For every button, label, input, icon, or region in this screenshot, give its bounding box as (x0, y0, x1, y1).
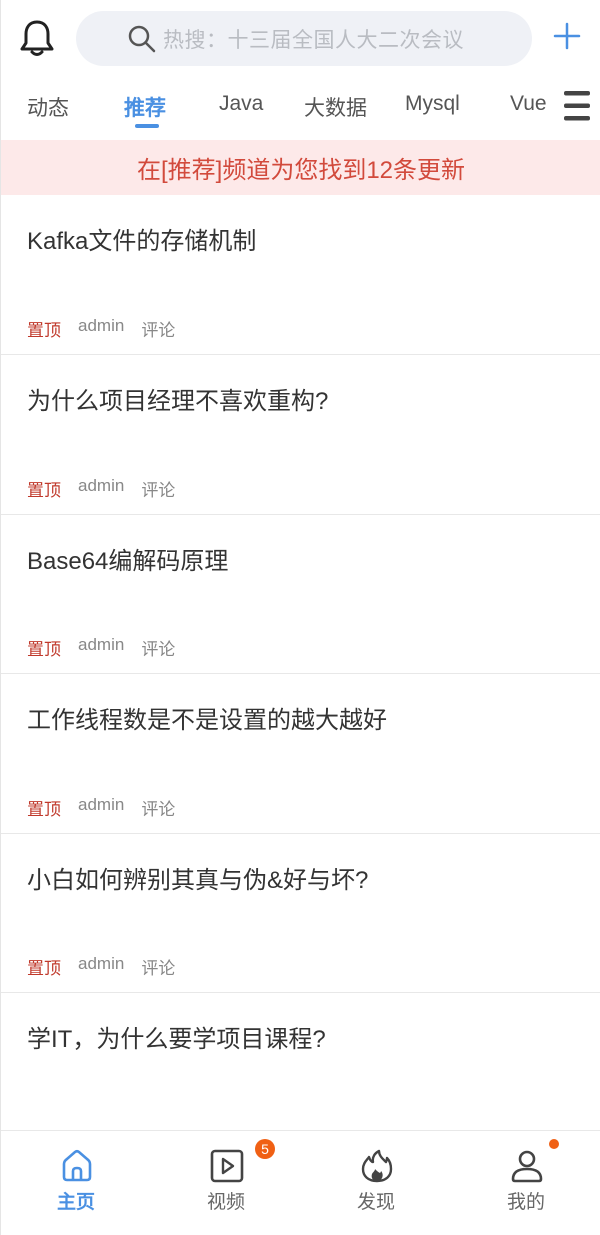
tab-dynamic[interactable]: 动态 (27, 92, 69, 122)
article-meta: 置顶 admin 评论 (27, 795, 175, 820)
plus-icon[interactable] (553, 22, 581, 50)
author-name: admin (78, 954, 125, 973)
article-title[interactable]: 小白如何辨别其真与伪&好与坏? (27, 860, 368, 895)
article-meta: 置顶 admin 评论 (27, 316, 175, 341)
user-icon (511, 1150, 543, 1183)
tab-java[interactable]: Java (219, 92, 263, 116)
menu-icon[interactable] (563, 89, 591, 123)
author-name: admin (78, 316, 125, 335)
list-item[interactable]: 为什么项目经理不喜欢重构? 置顶 admin 评论 (1, 355, 600, 515)
tab-mysql[interactable]: Mysql (405, 92, 460, 116)
search-icon (128, 25, 156, 52)
top-bar: 热搜：十三届全国人大二次会议 (1, 0, 600, 78)
author-name: admin (78, 795, 125, 814)
nav-mine-label: 我的 (506, 1192, 545, 1213)
nav-discover-label: 发现 (356, 1192, 395, 1213)
notification-dot (549, 1139, 559, 1149)
article-title[interactable]: Base64编解码原理 (27, 541, 228, 576)
nav-video-label: 视频 (206, 1192, 245, 1213)
update-notice-text: 在[推荐]频道为您找到12条更新 (136, 157, 466, 184)
nav-home-label: 主页 (56, 1192, 95, 1213)
active-tab-indicator (135, 124, 159, 128)
discover-icon (361, 1149, 393, 1183)
article-meta: 置顶 admin 评论 (27, 476, 175, 501)
article-title[interactable]: 工作线程数是不是设置的越大越好 (27, 700, 387, 735)
pinned-tag: 置顶 (27, 640, 61, 659)
list-item[interactable]: 小白如何辨别其真与伪&好与坏? 置顶 admin 评论 (1, 834, 600, 993)
nav-mine[interactable]: 我的 (451, 1131, 600, 1235)
bell-icon[interactable] (19, 18, 55, 58)
update-notice: 在[推荐]频道为您找到12条更新 (1, 140, 600, 195)
nav-home[interactable]: 主页 (1, 1131, 151, 1235)
nav-discover[interactable]: 发现 (301, 1131, 451, 1235)
comment-link[interactable]: 评论 (141, 476, 175, 501)
pinned-tag: 置顶 (27, 321, 61, 340)
list-item[interactable]: 学IT，为什么要学项目课程? (1, 993, 600, 1153)
channel-tabs: 动态 推荐 Java 大数据 Mysql Vue (1, 80, 600, 140)
article-meta: 置顶 admin 评论 (27, 635, 175, 660)
article-meta: 置顶 admin 评论 (27, 954, 175, 979)
list-item[interactable]: Base64编解码原理 置顶 admin 评论 (1, 515, 600, 674)
list-item[interactable]: Kafka文件的存储机制 置顶 admin 评论 (1, 195, 600, 355)
comment-link[interactable]: 评论 (141, 635, 175, 660)
author-name: admin (78, 476, 125, 495)
home-icon (62, 1149, 92, 1182)
comment-link[interactable]: 评论 (141, 795, 175, 820)
pinned-tag: 置顶 (27, 959, 61, 978)
nav-video[interactable]: 视频 (151, 1131, 301, 1235)
list-item[interactable]: 工作线程数是不是设置的越大越好 置顶 admin 评论 (1, 674, 600, 834)
bottom-nav: 主页 视频 发现 我的 5 (1, 1130, 600, 1235)
pinned-tag: 置顶 (27, 481, 61, 500)
comment-link[interactable]: 评论 (141, 954, 175, 979)
tab-bigdata[interactable]: 大数据 (304, 92, 367, 122)
video-badge: 5 (255, 1139, 275, 1159)
author-name: admin (78, 635, 125, 654)
comment-link[interactable]: 评论 (141, 316, 175, 341)
tab-recommend[interactable]: 推荐 (124, 92, 166, 122)
tab-vue[interactable]: Vue (510, 92, 547, 116)
article-title[interactable]: 学IT，为什么要学项目课程? (27, 1019, 326, 1054)
video-icon (210, 1149, 244, 1183)
pinned-tag: 置顶 (27, 800, 61, 819)
search-placeholder: 热搜：十三届全国人大二次会议 (163, 28, 464, 52)
article-title[interactable]: 为什么项目经理不喜欢重构? (27, 381, 328, 416)
article-list: Kafka文件的存储机制 置顶 admin 评论 为什么项目经理不喜欢重构? 置… (1, 195, 600, 1153)
article-title[interactable]: Kafka文件的存储机制 (27, 221, 256, 256)
search-bar[interactable]: 热搜：十三届全国人大二次会议 (76, 11, 532, 66)
